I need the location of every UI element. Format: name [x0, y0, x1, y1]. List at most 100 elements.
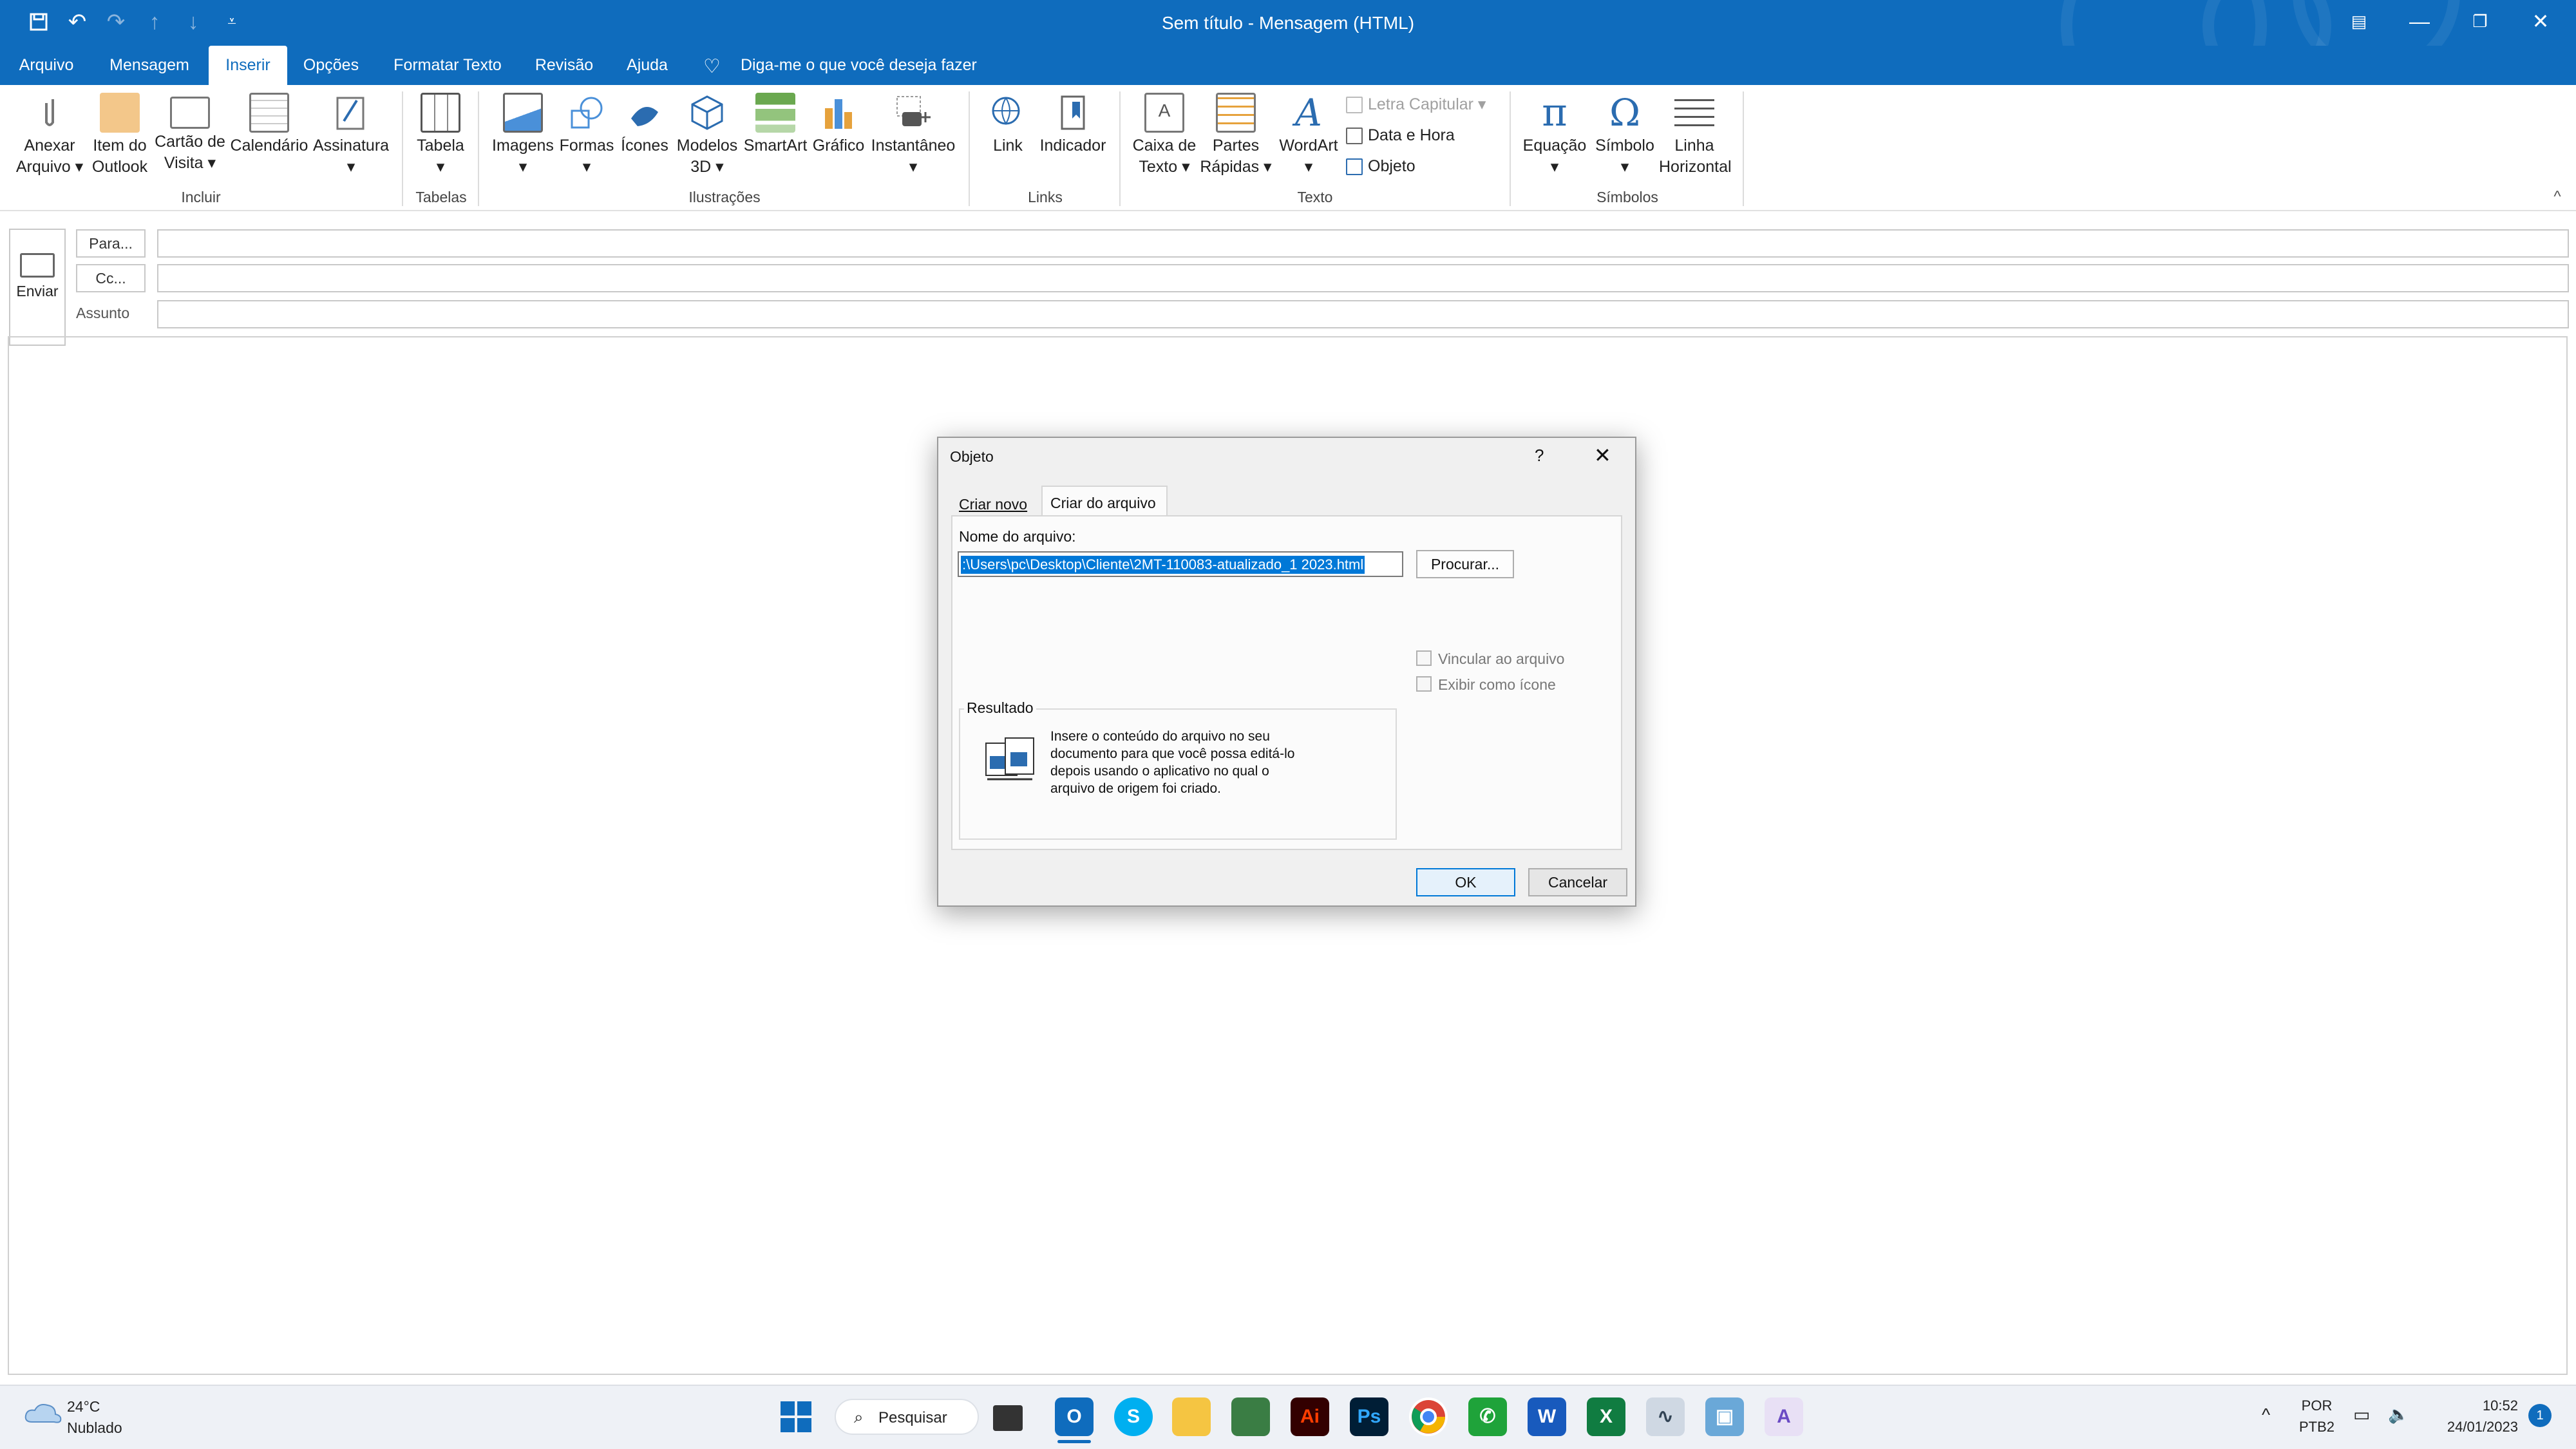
- illustrator-icon[interactable]: Ai: [1291, 1397, 1329, 1436]
- object-label: Objeto: [1368, 157, 1416, 175]
- link-button[interactable]: Link: [979, 93, 1037, 156]
- pictures-button[interactable]: Imagens ▾: [487, 93, 559, 178]
- shapes-button[interactable]: Formas ▾: [558, 93, 616, 178]
- dialog-title: Objeto: [950, 448, 994, 465]
- restore-button[interactable]: ❐: [2450, 0, 2510, 46]
- cc-field[interactable]: [157, 264, 2569, 292]
- minimize-button[interactable]: —: [2389, 0, 2450, 46]
- redo-icon[interactable]: ↷: [99, 5, 133, 39]
- outlook-item-icon: [100, 93, 140, 133]
- group-label-links: Links: [1028, 189, 1063, 205]
- horizontal-line-label-1: Linha: [1674, 137, 1714, 155]
- tab-arquivo[interactable]: Arquivo: [9, 46, 84, 85]
- customize-qat-icon[interactable]: ⩡: [215, 5, 249, 39]
- up-arrow-icon[interactable]: ↑: [138, 5, 171, 39]
- start-icon[interactable]: [778, 1399, 814, 1435]
- tab-formatar-texto[interactable]: Formatar Texto: [384, 46, 511, 85]
- clock[interactable]: 10:52 24/01/2023: [2428, 1395, 2518, 1437]
- text-box-button[interactable]: A Caixa de Texto ▾: [1128, 93, 1200, 178]
- object-dialog: Objeto ? ✕ Criar novo Criar do arquivo N…: [937, 437, 1636, 907]
- screenshot-button[interactable]: Instantâneo ▾: [868, 93, 958, 178]
- phone-app-icon[interactable]: ✆: [1468, 1397, 1507, 1436]
- chrome-icon[interactable]: [1409, 1397, 1448, 1436]
- notification-badge[interactable]: 1: [2528, 1404, 2552, 1427]
- tab-revisao[interactable]: Revisão: [526, 46, 603, 85]
- quick-parts-icon: [1216, 93, 1256, 133]
- drop-cap-button[interactable]: Letra Capitular ▾: [1346, 91, 1486, 117]
- tab-mensagem[interactable]: Mensagem: [97, 46, 202, 85]
- to-button[interactable]: Para...: [76, 229, 146, 258]
- icons-button[interactable]: Ícones: [616, 93, 674, 156]
- drop-cap-label: Letra Capitular: [1368, 95, 1473, 113]
- object-button[interactable]: Objeto: [1346, 153, 1416, 179]
- quick-parts-button[interactable]: Partes Rápidas ▾: [1199, 93, 1273, 178]
- cc-button[interactable]: Cc...: [76, 264, 146, 292]
- weather-widget[interactable]: 24°C Nublado: [67, 1396, 122, 1439]
- monitor-app-icon[interactable]: ∿: [1646, 1397, 1685, 1436]
- bookmark-icon: [1053, 93, 1093, 133]
- finance-app-icon[interactable]: [1231, 1397, 1270, 1436]
- show-icon-checkbox[interactable]: [1416, 676, 1432, 692]
- paperclip-icon: [30, 93, 70, 133]
- embedded-object-icon: [981, 734, 1039, 786]
- tell-me-search[interactable]: Diga-me o que você deseja fazer: [741, 46, 977, 85]
- tab-criar-do-arquivo[interactable]: Criar do arquivo: [1041, 486, 1168, 516]
- wordart-dropdown-icon: ▾: [1304, 158, 1313, 176]
- dialog-close-button[interactable]: ✕: [1594, 443, 1611, 468]
- taskbar-search[interactable]: ⌕ Pesquisar: [835, 1399, 979, 1435]
- horizontal-line-button[interactable]: Linha Horizontal: [1659, 93, 1732, 178]
- outlook-item-button[interactable]: Item do Outlook: [88, 93, 152, 178]
- chart-button[interactable]: Gráfico: [809, 93, 868, 156]
- word-icon[interactable]: W: [1528, 1397, 1566, 1436]
- signature-button[interactable]: Assinatura ▾: [309, 93, 393, 178]
- collapse-ribbon-icon[interactable]: ^: [2546, 188, 2568, 207]
- ok-button[interactable]: OK: [1416, 868, 1515, 896]
- skype-icon[interactable]: S: [1114, 1397, 1153, 1436]
- table-button[interactable]: Tabela ▾: [412, 93, 469, 178]
- calendar-button[interactable]: Calendário: [229, 93, 309, 156]
- volume-muted-icon[interactable]: 🔈: [2388, 1404, 2409, 1425]
- symbol-button[interactable]: Ω Símbolo ▾: [1591, 93, 1659, 178]
- excel-icon[interactable]: X: [1587, 1397, 1625, 1436]
- file-explorer-icon[interactable]: [1172, 1397, 1211, 1436]
- tab-inserir[interactable]: Inserir: [209, 46, 287, 85]
- language-indicator[interactable]: POR PTB2: [2299, 1395, 2334, 1437]
- date-time-button[interactable]: Data e Hora: [1346, 122, 1455, 148]
- vector-app-icon[interactable]: A: [1765, 1397, 1803, 1436]
- undo-icon[interactable]: ↶: [61, 5, 94, 39]
- tray-expand-icon[interactable]: ^: [2262, 1404, 2270, 1425]
- send-button[interactable]: Enviar: [9, 229, 66, 346]
- photos-app-icon[interactable]: ▣: [1705, 1397, 1744, 1436]
- outlook-taskbar-icon[interactable]: O: [1055, 1397, 1094, 1436]
- 3d-models-label-2: 3D ▾: [690, 158, 724, 176]
- wordart-button[interactable]: A WordArt ▾: [1273, 93, 1345, 178]
- send-label: Enviar: [16, 283, 59, 299]
- network-icon[interactable]: ▭: [2353, 1404, 2370, 1425]
- filename-input[interactable]: :\Users\pc\Desktop\Cliente\2MT-110083-at…: [958, 551, 1403, 577]
- business-card-button[interactable]: Cartão de Visita ▾: [152, 93, 228, 174]
- ribbon-display-icon[interactable]: ▤: [2329, 0, 2389, 46]
- 3d-models-button[interactable]: Modelos 3D ▾: [672, 93, 742, 178]
- pictures-icon: [503, 93, 543, 133]
- cancel-button[interactable]: Cancelar: [1528, 868, 1627, 896]
- tab-opcoes[interactable]: Opções: [294, 46, 368, 85]
- cloud-icon[interactable]: [23, 1400, 64, 1426]
- smartart-button[interactable]: SmartArt: [741, 93, 810, 156]
- link-file-checkbox[interactable]: [1416, 650, 1432, 666]
- tab-criar-novo[interactable]: Criar novo: [959, 496, 1027, 513]
- close-button[interactable]: ✕: [2510, 0, 2571, 46]
- help-button[interactable]: ?: [1535, 446, 1544, 466]
- date-time-icon: [1346, 128, 1363, 145]
- down-arrow-icon[interactable]: ↓: [176, 5, 210, 39]
- save-icon[interactable]: [22, 5, 55, 39]
- text-box-label-1: Caixa de: [1132, 137, 1197, 155]
- equation-button[interactable]: π Equação ▾: [1519, 93, 1591, 178]
- to-field[interactable]: [157, 229, 2569, 258]
- browse-button[interactable]: Procurar...: [1416, 550, 1514, 578]
- task-view-icon[interactable]: [993, 1405, 1023, 1431]
- photoshop-icon[interactable]: Ps: [1350, 1397, 1388, 1436]
- tab-ajuda[interactable]: Ajuda: [614, 46, 680, 85]
- bookmark-button[interactable]: Indicador: [1037, 93, 1109, 156]
- subject-field[interactable]: [157, 300, 2569, 328]
- attach-file-button[interactable]: Anexar Arquivo ▾: [9, 93, 90, 178]
